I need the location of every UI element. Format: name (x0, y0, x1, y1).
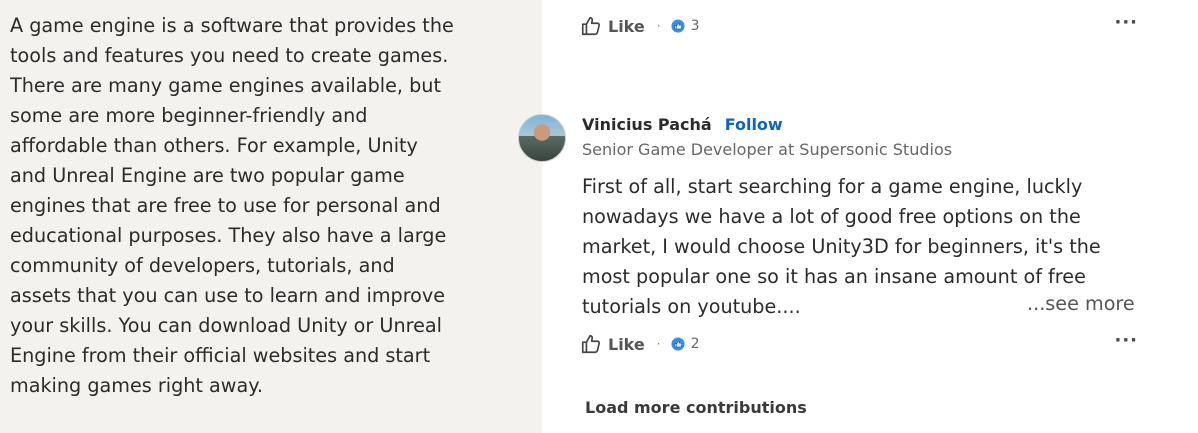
separator-dot: · (656, 19, 661, 33)
reaction-summary[interactable]: 3 (671, 18, 700, 34)
author-title: Senior Game Developer at Supersonic Stud… (582, 140, 953, 159)
like-reaction-icon (671, 19, 685, 33)
like-reaction-icon (671, 337, 685, 351)
thumbs-up-icon (581, 16, 601, 36)
thumbs-up-icon (581, 334, 601, 354)
see-more-link[interactable]: ...see more (1027, 292, 1135, 315)
author-name[interactable]: Vinicius Pachá (582, 115, 712, 134)
more-options-icon[interactable]: ··· (1114, 13, 1138, 33)
article-panel: A game engine is a software that provide… (0, 0, 542, 433)
reaction-summary[interactable]: 2 (671, 336, 700, 352)
author-avatar[interactable] (518, 114, 566, 162)
second-contribution-actions: Like · 2 ··· (580, 331, 1140, 357)
like-button[interactable]: Like (580, 15, 645, 37)
load-more-contributions-button[interactable]: Load more contributions (585, 398, 807, 417)
like-label: Like (608, 334, 645, 354)
separator-dot: · (656, 337, 661, 351)
reaction-count: 3 (690, 18, 700, 34)
contributions-panel: Like · 3 ··· Vinicius Pachá Follow Senio… (518, 0, 1198, 433)
article-text: A game engine is a software that provide… (10, 14, 454, 397)
first-contribution-actions: Like · 3 ··· (580, 13, 1140, 39)
like-button[interactable]: Like (580, 333, 645, 355)
more-options-icon[interactable]: ··· (1114, 331, 1138, 351)
like-label: Like (608, 16, 645, 36)
follow-button[interactable]: Follow (725, 115, 783, 134)
comment-text: First of all, start searching for a game… (582, 175, 1101, 318)
reaction-count: 2 (690, 336, 700, 352)
author-line: Vinicius Pachá Follow (582, 115, 783, 134)
